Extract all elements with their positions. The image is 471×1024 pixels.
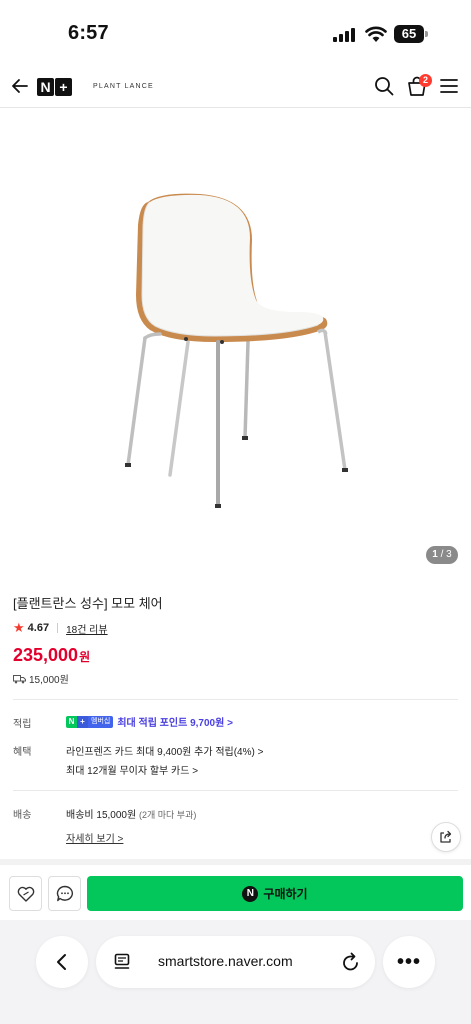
product-title: [플랜트란스 성수] 모모 체어 [13,596,163,611]
image-page-separator: / [437,549,447,560]
points-label: 적립 [13,719,32,730]
search-icon[interactable] [374,76,394,96]
price-value: 235,000 [13,645,79,665]
address-bar[interactable]: smartstore.naver.com [96,936,375,988]
chat-bubble-icon [56,885,73,902]
cart-count-badge: 2 [419,74,432,87]
ellipsis-icon: ••• [396,951,421,973]
membership-badge-label: 멤버십 [88,715,114,728]
card-points-benefit-link[interactable]: 라인프렌즈 카드 최대 9,400원 추가 적립(4%) > [66,743,263,758]
max-points-link[interactable]: 최대 적립 포인트 9,700원 > [117,714,233,729]
browser-toolbar: smartstore.naver.com ••• [0,920,471,1024]
delivery-fee: 배송비 15,000원 [66,810,137,821]
rating-value: 4.67 [27,622,50,634]
section-divider [13,790,458,791]
buy-now-label: 구매하기 [263,887,308,901]
reload-icon[interactable] [341,951,361,973]
wishlist-button[interactable] [9,876,42,911]
review-count-link[interactable]: 18건 리뷰 [66,621,108,636]
more-options-button[interactable]: ••• [383,936,435,988]
share-button[interactable] [431,822,461,852]
delivery-label: 배송 [13,810,32,821]
points-row[interactable]: N + 멤버십 최대 적립 포인트 9,700원 > [66,714,233,729]
share-icon [440,830,452,843]
chevron-left-icon [57,954,66,970]
delivery-fee-note: (2개 마다 부과) [138,810,197,820]
installment-card-link[interactable]: 최대 12개월 무이자 할부 카드 > [66,762,198,777]
naver-pay-icon: N [242,885,259,902]
price-row: 235,000 원 [13,645,90,666]
shipping-fee-row: 15,000원 [13,671,69,686]
delivery-details-link[interactable]: 자세히 보기 > [66,830,123,845]
product-image[interactable] [0,120,471,570]
battery-level: 65 [394,25,424,43]
nplus-logo[interactable]: N + [37,78,72,96]
wifi-icon [365,26,387,42]
status-time: 6:57 [68,22,109,44]
store-header: N + PLANT LANCE 2 [0,62,471,108]
section-divider [13,699,458,700]
rating-divider [57,623,59,633]
store-brand-name[interactable]: PLANT LANCE [93,83,154,90]
delivery-fee-text: 배송비 15,000원 (2개 마다 부과) [66,806,196,821]
image-total-pages: 3 [446,549,452,560]
image-page-indicator: 1 / 3 [426,546,458,564]
truck-icon [13,674,26,683]
star-icon: ★ [13,620,25,635]
benefit-label: 혜택 [13,747,32,758]
status-bar: 6:57 65 [0,0,471,62]
battery-icon: 65 [394,25,428,43]
shipping-fee: 15,000원 [29,675,69,686]
cellular-signal-icon [333,28,357,42]
url-text[interactable]: smartstore.naver.com [158,953,293,969]
browser-back-button[interactable] [36,936,88,988]
price-unit: 원 [79,650,91,664]
menu-icon[interactable] [440,78,458,94]
talktalk-chat-button[interactable] [48,876,81,911]
reader-mode-icon[interactable] [114,953,130,971]
heart-icon [17,886,34,902]
buy-now-button[interactable]: N 구매하기 [87,876,463,911]
section-spacer [0,859,471,865]
naver-membership-badge: N + 멤버십 [66,715,114,728]
back-arrow-icon[interactable] [10,76,30,96]
rating-row: ★ 4.67 18건 리뷰 [13,620,108,636]
